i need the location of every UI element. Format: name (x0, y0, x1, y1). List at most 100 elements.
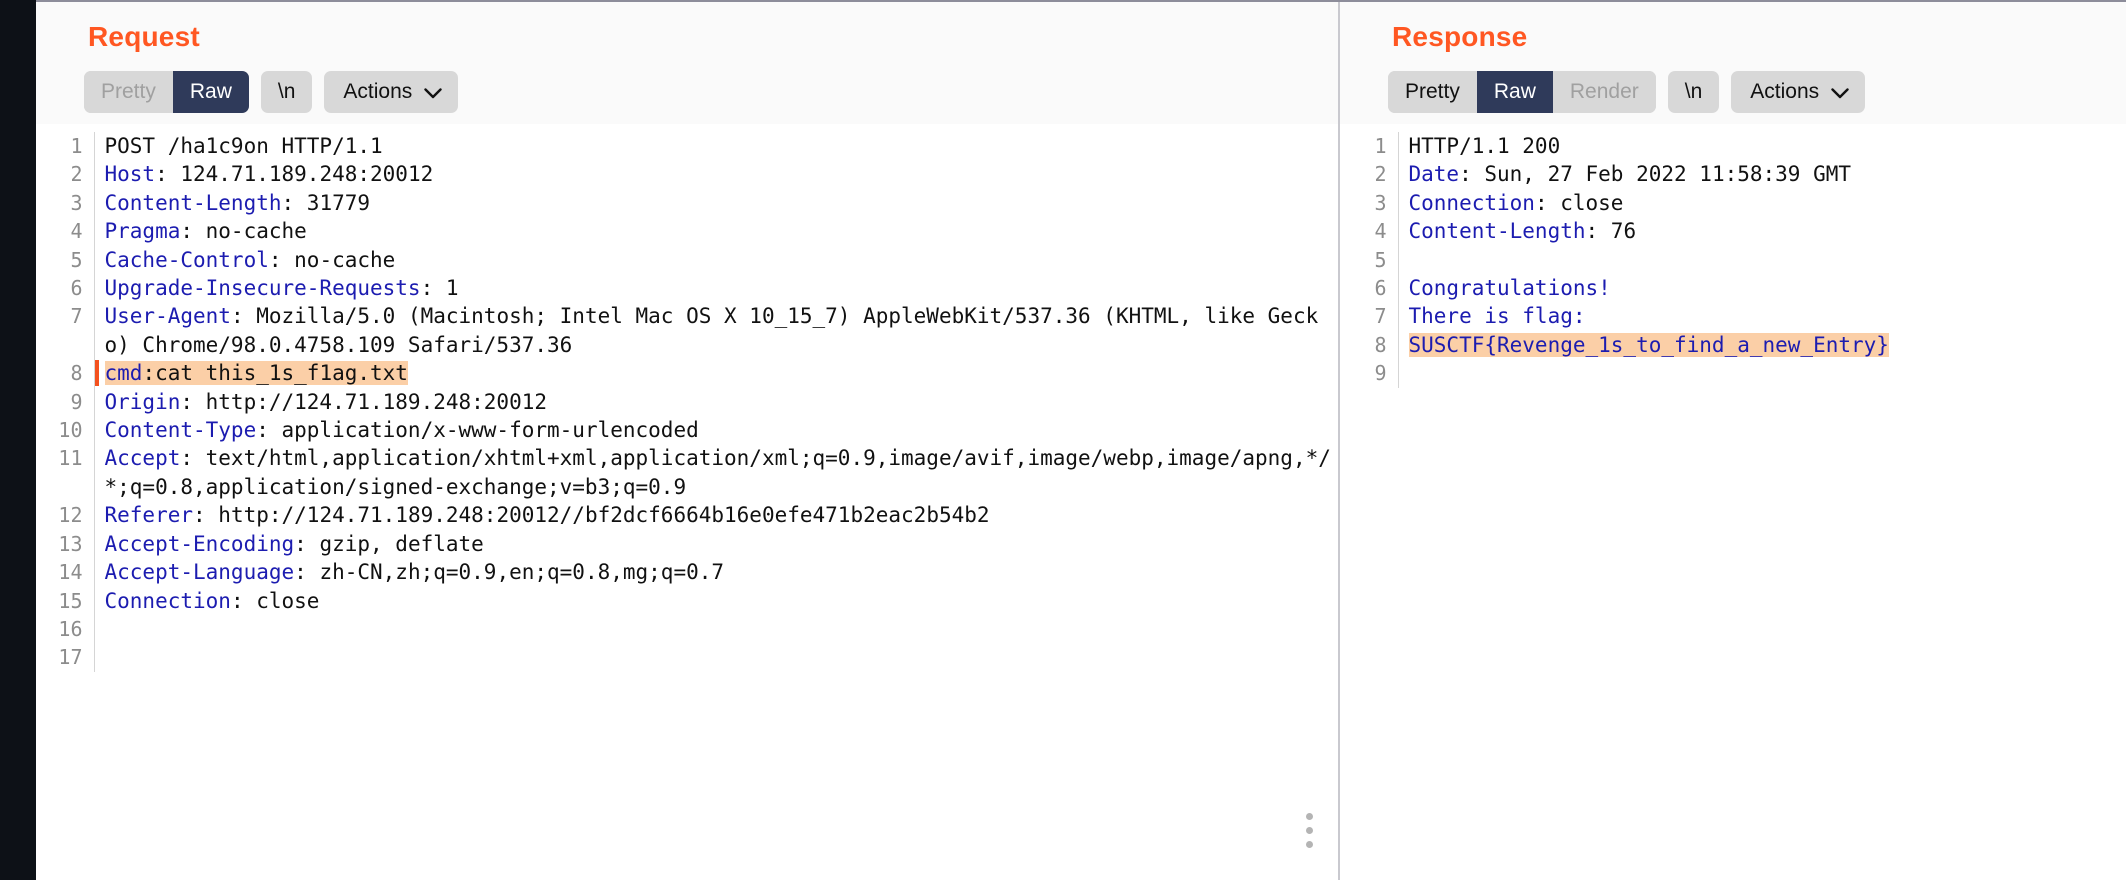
code-line-content[interactable]: POST /ha1c9on HTTP/1.1 (94, 132, 1338, 160)
code-line-content[interactable]: Referer: http://124.71.189.248:20012//bf… (94, 501, 1338, 529)
header-name: Congratulations! (1408, 276, 1611, 301)
request-raw-button[interactable]: Raw (172, 71, 249, 113)
header-value: : 124.71.189.248:20012 (155, 162, 434, 187)
line-number: 9 (1340, 359, 1399, 388)
code-line-content[interactable]: Content-Length: 31779 (94, 189, 1338, 217)
request-title: Request (88, 21, 200, 52)
code-line-content[interactable]: Origin: http://124.71.189.248:20012 (94, 388, 1338, 416)
header-name: Content-Length (1408, 219, 1586, 244)
response-render-button[interactable]: Render (1552, 71, 1656, 113)
line-number: 6 (1340, 274, 1399, 303)
code-line-content[interactable]: Accept-Language: zh-CN,zh;q=0.9,en;q=0.8… (94, 558, 1338, 586)
request-newline-button[interactable]: \n (260, 71, 313, 113)
header-name: Accept-Language (104, 560, 295, 585)
header-value: : Sun, 27 Feb 2022 11:58:39 GMT (1459, 162, 1852, 187)
code-line: 8 cmd:cat this_1s_f1ag.txt (36, 359, 1338, 388)
header-value: : 76 (1585, 219, 1637, 244)
line-number: 7 (36, 302, 95, 360)
code-line: 7 User-Agent: Mozilla/5.0 (Macintosh; Int… (36, 302, 1338, 360)
request-actions-button[interactable]: Actions (324, 71, 459, 113)
code-line-content[interactable]: Congratulations! (1398, 274, 2126, 302)
header-value: : 1 (420, 276, 459, 301)
code-line-content[interactable]: Host: 124.71.189.248:20012 (94, 160, 1338, 188)
code-line-content[interactable]: cmd:cat this_1s_f1ag.txt (94, 359, 1338, 387)
line-number: 12 (36, 501, 95, 530)
line-number: 15 (36, 586, 95, 615)
request-view-mode-group: Pretty Raw (84, 71, 249, 113)
header-name: Referer (104, 503, 194, 528)
line-number: 4 (1340, 217, 1399, 246)
header-name: Origin (104, 389, 181, 414)
code-line-content[interactable]: SUSCTF{Revenge_1s_to_find_a_new_Entry} (1398, 331, 2126, 359)
response-editor[interactable]: 1 HTTP/1.1 200 2 Date: Sun, 27 Feb 2022 11:… (1340, 124, 2126, 880)
chevron-down-icon (424, 87, 442, 99)
request-pane: Request Pretty Raw \n Actions 1 POST /ha… (36, 2, 1338, 880)
line-number: 9 (36, 387, 95, 417)
code-line: 5 Cache-Control: no-cache (36, 245, 1338, 275)
response-actions-button[interactable]: Actions (1731, 71, 1866, 113)
code-line-content[interactable]: Date: Sun, 27 Feb 2022 11:58:39 GMT (1398, 160, 2126, 188)
code-line-content[interactable] (94, 643, 1338, 671)
line-number: 13 (36, 529, 95, 559)
header-value: : Mozilla/5.0 (Macintosh; Intel Mac OS X… (104, 304, 1319, 357)
code-line: 9 (1340, 359, 2126, 388)
header-name: Accept-Encoding (104, 531, 295, 556)
code-line: 4 Pragma: no-cache (36, 217, 1338, 246)
response-newline-button[interactable]: \n (1667, 71, 1720, 113)
code-line-content[interactable]: Accept: text/html,application/xhtml+xml,… (94, 444, 1338, 501)
line-number: 10 (36, 416, 95, 445)
panes-container: Request Pretty Raw \n Actions 1 POST /ha… (36, 0, 2126, 880)
code-line: 2 Host: 124.71.189.248:20012 (36, 160, 1338, 189)
code-line-content[interactable]: Content-Length: 76 (1398, 217, 2126, 245)
line-number: 2 (36, 160, 95, 189)
code-line: 14 Accept-Language: zh-CN,zh;q=0.9,en;q=0… (36, 558, 1338, 587)
drag-handle-icon[interactable] (1302, 808, 1316, 852)
response-pretty-button[interactable]: Pretty (1388, 71, 1477, 113)
header-value: : close (1534, 190, 1624, 215)
line-number: 7 (1340, 302, 1399, 331)
code-line: 4 Content-Length: 76 (1340, 217, 2126, 246)
request-pretty-button[interactable]: Pretty (84, 71, 173, 113)
code-line-content[interactable]: Content-Type: application/x-www-form-url… (94, 416, 1338, 444)
code-line: 5 (1340, 245, 2126, 275)
header-name: Pragma (104, 219, 181, 244)
header-name: Accept (104, 446, 181, 471)
header-value: : no-cache (268, 247, 396, 272)
header-value: : text/html,application/xhtml+xml,applic… (104, 446, 1331, 499)
header-name: Content-Type (104, 418, 257, 443)
line-number: 3 (1340, 188, 1399, 218)
response-title: Response (1392, 21, 1528, 52)
code-line-content[interactable]: Pragma: no-cache (94, 217, 1338, 245)
line-number: 2 (1340, 160, 1399, 189)
line-number: 4 (36, 217, 95, 246)
code-line-content[interactable]: Connection: close (1398, 189, 2126, 217)
response-raw-button[interactable]: Raw (1476, 71, 1553, 113)
code-line-content[interactable]: User-Agent: Mozilla/5.0 (Macintosh; Inte… (94, 302, 1338, 359)
code-line-content[interactable]: There is flag: (1398, 302, 2126, 330)
http-message-viewer: Request Pretty Raw \n Actions 1 POST /ha… (0, 0, 2126, 880)
request-editor[interactable]: 1 POST /ha1c9on HTTP/1.1 2 Host: 124.71.189… (36, 124, 1338, 880)
header-value: : gzip, deflate (294, 531, 484, 556)
header-value: :cat this_1s_f1ag.txt (142, 361, 408, 386)
code-line-content[interactable] (1398, 359, 2126, 387)
code-line: 1 HTTP/1.1 200 (1340, 132, 2126, 161)
code-line: 17 (36, 643, 1338, 672)
highlight-marker-icon (94, 360, 99, 387)
line-number: 5 (36, 245, 95, 275)
code-line-content[interactable] (1398, 246, 2126, 274)
code-line: 6 Congratulations! (1340, 274, 2126, 303)
line-number: 8 (1340, 330, 1399, 360)
code-line: 15 Connection: close (36, 586, 1338, 615)
code-line-content[interactable]: Connection: close (94, 587, 1338, 615)
header-name: cmd (104, 361, 143, 386)
header-name: Cache-Control (104, 247, 269, 272)
code-line-content[interactable]: HTTP/1.1 200 (1398, 132, 2126, 160)
code-line: 11 Accept: text/html,application/xhtml+xm… (36, 444, 1338, 502)
code-line-content[interactable] (94, 615, 1338, 643)
code-line: 1 POST /ha1c9on HTTP/1.1 (36, 132, 1338, 161)
header-value: : no-cache (180, 219, 307, 244)
code-line-content[interactable]: Accept-Encoding: gzip, deflate (94, 530, 1338, 558)
code-line-content[interactable]: Upgrade-Insecure-Requests: 1 (94, 274, 1338, 302)
code-line: 12 Referer: http://124.71.189.248:20012//… (36, 501, 1338, 530)
code-line-content[interactable]: Cache-Control: no-cache (94, 246, 1338, 274)
